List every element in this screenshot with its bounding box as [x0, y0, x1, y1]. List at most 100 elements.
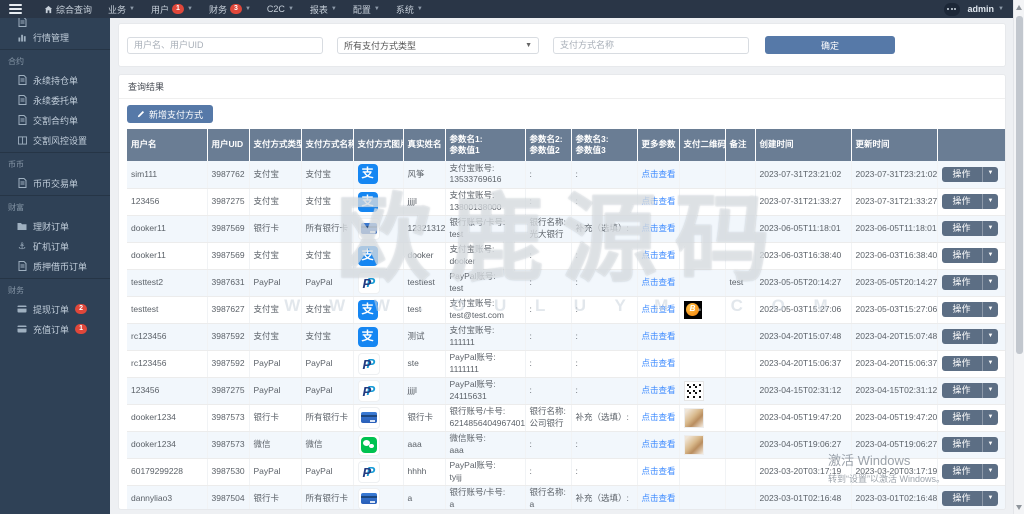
- nav-item-dashboard[interactable]: 综合查询: [36, 0, 100, 18]
- qrcode-image[interactable]: [683, 380, 704, 401]
- action-button[interactable]: 操作: [941, 302, 982, 317]
- action-dropdown-toggle[interactable]: ▼: [981, 356, 999, 371]
- messages-icon[interactable]: [943, 2, 960, 16]
- action-button[interactable]: 操作: [941, 329, 982, 344]
- action-button[interactable]: 操作: [941, 356, 982, 371]
- cell-param3: :: [570, 188, 637, 216]
- action-dropdown-toggle[interactable]: ▼: [981, 166, 999, 182]
- header-line2: 参数值3: [575, 145, 606, 155]
- action-button[interactable]: 操作: [941, 221, 982, 236]
- table-row: rc123456 3987592 支付宝 支付宝支测试 支付宝账号: 111111:: 点击…: [127, 323, 1005, 351]
- action-button[interactable]: 操作: [941, 383, 982, 398]
- submit-button[interactable]: 确定: [765, 36, 895, 54]
- view-more-link[interactable]: 点击查看: [642, 385, 676, 395]
- sidebar-item-spot-trades[interactable]: 币币交易单: [0, 173, 110, 193]
- param-label: 支付宝账号:: [449, 298, 495, 309]
- sidebar-item-delivery-risk[interactable]: 交割风控设置: [0, 130, 110, 150]
- action-dropdown-toggle[interactable]: ▼: [981, 194, 999, 209]
- nav-item-c2c[interactable]: C2C ▼: [259, 0, 302, 18]
- view-more-link[interactable]: 点击查看: [642, 412, 676, 422]
- action-button[interactable]: 操作: [941, 437, 982, 452]
- sidebar-item-perpetual-positions[interactable]: 永续持仓单: [0, 70, 110, 90]
- action-dropdown-toggle[interactable]: ▼: [981, 275, 999, 290]
- sidebar-item-miner-orders[interactable]: ⚓ 矿机订单: [0, 236, 110, 256]
- photo-image[interactable]: [683, 434, 704, 455]
- cell-note: [724, 242, 755, 270]
- sidebar-section-wealth: 财富 理财订单 ⚓ 矿机订单 质押借币订单: [0, 195, 110, 278]
- results-panel: 查询结果 新增支付方式 用户名用户UID支付方式类型支付方式名称支付方式图片真实…: [118, 74, 1006, 510]
- view-more-link[interactable]: 点击查看: [642, 439, 676, 449]
- cell-more-params: 点击查看: [636, 404, 679, 432]
- cell-note: [724, 323, 755, 351]
- scrollbar-thumb[interactable]: [1015, 16, 1023, 354]
- action-dropdown-toggle[interactable]: ▼: [981, 437, 999, 452]
- sidebar-item-delivery-contracts[interactable]: 交割合约单: [0, 110, 110, 130]
- view-more-link[interactable]: 点击查看: [642, 277, 676, 287]
- screenshot-image[interactable]: [684, 463, 702, 481]
- nav-item-users[interactable]: 用户 1 ▼: [143, 0, 201, 18]
- action-dropdown-toggle[interactable]: ▼: [981, 329, 999, 344]
- sidebar-item-deposit-orders[interactable]: 充值订单 1: [0, 319, 110, 339]
- sidebar-item-withdraw-orders[interactable]: 提现订单 2: [0, 299, 110, 319]
- view-more-link[interactable]: 点击查看: [642, 304, 676, 314]
- cell-param3: 补充（选填）:: [570, 485, 637, 509]
- cell-username: 123456: [127, 188, 207, 216]
- action-button[interactable]: 操作: [941, 275, 982, 290]
- view-more-link[interactable]: 点击查看: [642, 331, 676, 341]
- view-more-link[interactable]: 点击查看: [642, 358, 676, 368]
- hamburger-menu-icon[interactable]: [0, 0, 30, 18]
- nav-item-system[interactable]: 系统 ▼: [388, 0, 431, 18]
- bitcoin-image[interactable]: B: [683, 300, 702, 319]
- view-more-link[interactable]: 点击查看: [642, 250, 676, 260]
- cell-qr-code: [678, 242, 725, 270]
- cell-note: [724, 404, 755, 432]
- sidebar-item-clipped[interactable]: [0, 18, 110, 27]
- action-button[interactable]: 操作: [941, 248, 982, 263]
- scroll-down-arrow[interactable]: [1016, 505, 1022, 510]
- action-split-button: 操作 ▼: [941, 166, 999, 182]
- table-row: testtest 3987627 支付宝 支付宝支 test 支付宝账号: test@tes…: [127, 296, 1005, 324]
- cell-param1: PayPal账号: 24115631: [444, 377, 525, 405]
- action-dropdown-toggle[interactable]: ▼: [981, 491, 999, 506]
- column-header: 支付方式名称: [300, 129, 353, 161]
- view-more-link[interactable]: 点击查看: [642, 223, 676, 233]
- nav-item-finance[interactable]: 财务 3 ▼: [201, 0, 259, 18]
- action-button[interactable]: 操作: [941, 166, 982, 182]
- action-button[interactable]: 操作: [941, 194, 982, 209]
- param-label: PayPal账号:: [449, 352, 496, 363]
- cell-created-time: 2023-07-31T23:21:02: [754, 161, 851, 189]
- nav-item-business[interactable]: 业务 ▼: [100, 0, 143, 18]
- cell-note: [724, 296, 755, 324]
- action-button[interactable]: 操作: [941, 410, 982, 425]
- view-more-link[interactable]: 点击查看: [642, 466, 676, 476]
- action-button[interactable]: 操作: [941, 491, 982, 506]
- payment-type-select[interactable]: 所有支付方式类型 ▼: [337, 36, 539, 54]
- sidebar-item-wealth-orders[interactable]: 理财订单: [0, 216, 110, 236]
- payment-name-input[interactable]: [553, 36, 749, 54]
- view-more-link[interactable]: 点击查看: [642, 196, 676, 206]
- view-more-link[interactable]: 点击查看: [642, 169, 676, 179]
- action-button[interactable]: 操作: [941, 464, 982, 479]
- sidebar-item-market[interactable]: 行情管理: [0, 27, 110, 47]
- sidebar-item-perpetual-orders[interactable]: 永续委托单: [0, 90, 110, 110]
- add-payment-button[interactable]: 新增支付方式: [127, 105, 214, 123]
- action-dropdown-toggle[interactable]: ▼: [981, 410, 999, 425]
- action-dropdown-toggle[interactable]: ▼: [981, 248, 999, 263]
- action-dropdown-toggle[interactable]: ▼: [981, 302, 999, 317]
- cell-payment-type: 支付宝: [248, 296, 301, 324]
- action-dropdown-toggle[interactable]: ▼: [981, 464, 999, 479]
- sidebar-item-pledge-orders[interactable]: 质押借币订单: [0, 256, 110, 276]
- photo-image[interactable]: [683, 407, 704, 428]
- action-dropdown-toggle[interactable]: ▼: [981, 221, 999, 236]
- user-menu[interactable]: admin ▼: [968, 4, 1004, 14]
- nav-item-reports[interactable]: 报表 ▼: [302, 0, 345, 18]
- action-dropdown-toggle[interactable]: ▼: [981, 383, 999, 398]
- nav-item-config[interactable]: 配置 ▼: [345, 0, 388, 18]
- cell-more-params: 点击查看: [636, 485, 679, 509]
- scroll-up-arrow[interactable]: [1016, 5, 1022, 10]
- cell-updated-time: 2023-05-03T15:27:06: [850, 296, 937, 324]
- view-more-link[interactable]: 点击查看: [642, 493, 676, 503]
- cell-qr-code: [678, 215, 725, 243]
- vertical-scrollbar[interactable]: [1013, 0, 1024, 514]
- user-search-input[interactable]: [127, 36, 323, 54]
